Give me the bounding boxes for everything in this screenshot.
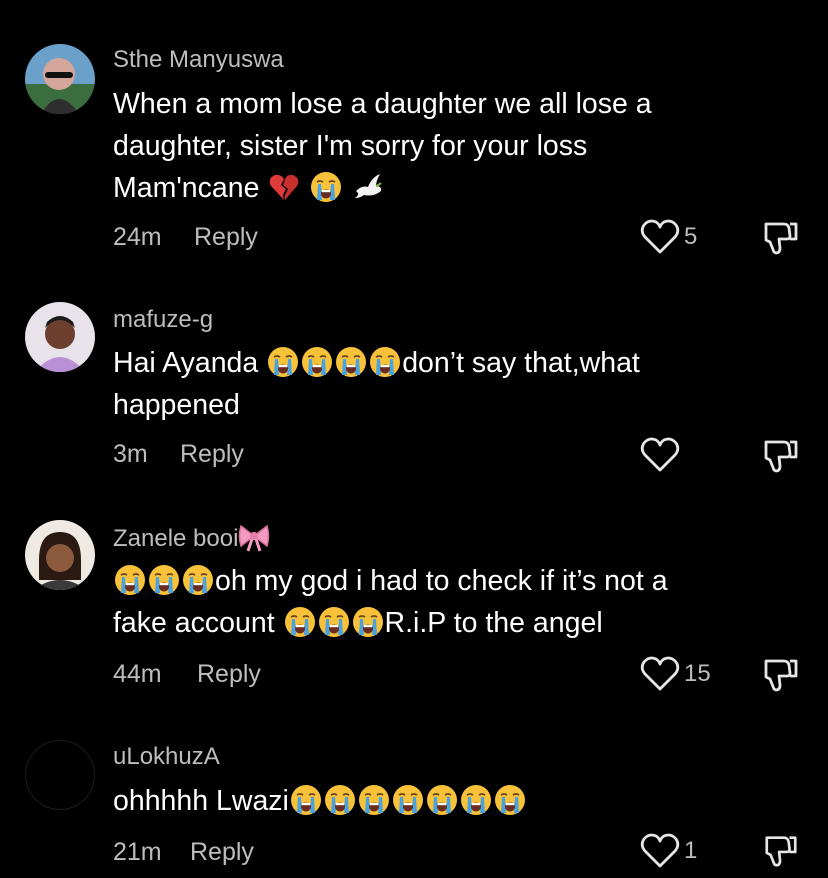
comment-text-line: ohhhhh Lwazi bbox=[113, 780, 773, 822]
like-button[interactable]: 1 bbox=[640, 833, 720, 873]
comment-text: ohhhhh Lwazi bbox=[113, 780, 773, 822]
like-button[interactable]: 5 bbox=[640, 219, 720, 259]
comment-text: oh my god i had to check if it’s not a f… bbox=[113, 560, 773, 644]
username-text: Zanele booi bbox=[113, 525, 239, 552]
dislike-button[interactable] bbox=[762, 832, 800, 870]
avatar[interactable] bbox=[25, 520, 95, 590]
crying-face-icon bbox=[392, 784, 424, 816]
crying-face-icon bbox=[148, 564, 180, 596]
broken-heart-icon bbox=[270, 174, 299, 200]
comment-text: Hai Ayanda don’t say that,what happened bbox=[113, 342, 773, 426]
comment-text-line: oh my god i had to check if it’s not a bbox=[113, 560, 773, 602]
comment-text-line: fake account R.i.P to the angel bbox=[113, 602, 773, 644]
comment-time: 21m bbox=[113, 838, 162, 866]
comment-username[interactable]: Sthe Manyuswa bbox=[113, 46, 284, 74]
like-count: 15 bbox=[684, 660, 711, 687]
crying-face-icon bbox=[352, 606, 384, 638]
comment-text-fragment: Hai Ayanda bbox=[113, 347, 259, 379]
comment-username[interactable]: mafuze-g bbox=[113, 306, 213, 334]
crying-face-icon bbox=[369, 346, 401, 378]
comment-text-line: When a mom lose a daughter we all lose a bbox=[113, 88, 652, 120]
crying-face-icon bbox=[284, 606, 316, 638]
avatar[interactable] bbox=[25, 302, 95, 372]
comment-username[interactable]: Zanele booi bbox=[113, 522, 270, 553]
crying-face-icon bbox=[324, 784, 356, 816]
crying-face-icon bbox=[426, 784, 458, 816]
dove-icon bbox=[355, 174, 382, 198]
reply-button[interactable]: Reply bbox=[190, 838, 254, 867]
like-button[interactable] bbox=[640, 437, 720, 477]
crying-face-icon bbox=[494, 784, 526, 816]
heart-icon bbox=[640, 833, 680, 868]
dislike-button[interactable] bbox=[762, 218, 800, 258]
comment-text-fragment: ohhhhh Lwazi bbox=[113, 785, 289, 817]
crying-face-icon bbox=[267, 346, 299, 378]
comment-time: 24m bbox=[113, 223, 162, 251]
dislike-button[interactable] bbox=[762, 436, 800, 476]
ribbon-bow-icon bbox=[239, 524, 270, 552]
crying-face-icon bbox=[335, 346, 367, 378]
crying-face-icon bbox=[290, 784, 322, 816]
comment-text-line: daughter, sister I'm sorry for your loss bbox=[113, 130, 588, 162]
comment-username[interactable]: uLokhuzA bbox=[113, 743, 220, 771]
comment-text-line: Mam'ncane bbox=[113, 167, 773, 209]
comment-time: 44m bbox=[113, 660, 162, 688]
crying-face-icon bbox=[310, 171, 342, 203]
like-count: 1 bbox=[684, 837, 698, 864]
like-count: 5 bbox=[684, 223, 698, 250]
crying-face-icon bbox=[318, 606, 350, 638]
thumbs-down-icon bbox=[765, 836, 797, 867]
comment-text-fragment: oh my god i had to check if it’s not a bbox=[215, 565, 668, 597]
heart-icon bbox=[640, 437, 680, 472]
thumbs-down-icon bbox=[764, 659, 798, 692]
heart-icon bbox=[640, 656, 680, 691]
avatar[interactable] bbox=[25, 740, 95, 810]
dislike-button[interactable] bbox=[762, 655, 800, 695]
like-button[interactable]: 15 bbox=[640, 656, 720, 696]
crying-face-icon bbox=[460, 784, 492, 816]
comment-text-fragment: R.i.P to the angel bbox=[384, 607, 603, 639]
heart-icon bbox=[640, 219, 680, 254]
comment-text-fragment: Mam'ncane bbox=[113, 172, 260, 204]
crying-face-icon bbox=[358, 784, 390, 816]
comment-text-fragment: fake account bbox=[113, 607, 275, 639]
reply-button[interactable]: Reply bbox=[180, 440, 244, 469]
comment-text: When a mom lose a daughter we all lose a… bbox=[113, 83, 773, 209]
comment-text-line: Hai Ayanda don’t say that,what bbox=[113, 342, 773, 384]
reply-button[interactable]: Reply bbox=[194, 223, 258, 252]
crying-face-icon bbox=[114, 564, 146, 596]
reply-button[interactable]: Reply bbox=[197, 660, 261, 689]
crying-face-icon bbox=[182, 564, 214, 596]
crying-face-icon bbox=[301, 346, 333, 378]
thumbs-down-icon bbox=[764, 440, 798, 473]
thumbs-down-icon bbox=[764, 222, 798, 255]
avatar[interactable] bbox=[25, 44, 95, 114]
comment-text-fragment: don’t say that,what bbox=[402, 347, 640, 379]
comment-text-line: happened bbox=[113, 389, 240, 421]
comment-time: 3m bbox=[113, 440, 148, 468]
